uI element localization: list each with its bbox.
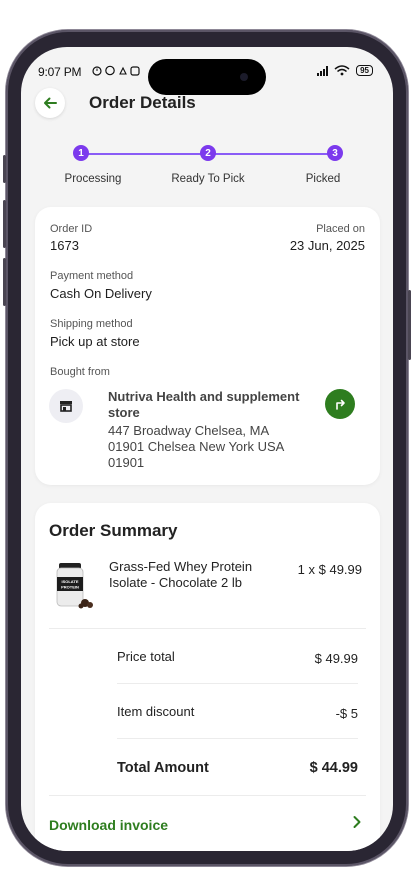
product-image: ISOLATE PROTEIN [56,563,93,609]
download-invoice-link[interactable]: Download invoice [49,817,168,833]
item-discount-label: Item discount [117,704,195,719]
turn-right-arrow-icon [336,399,345,410]
payment-method-value: Cash On Delivery [50,286,152,301]
step-3-label: Picked [305,173,341,185]
phone-volume-up-button [3,200,6,248]
product-quantity-price: 1 x $ 49.99 [297,562,362,577]
order-id-label: Order ID [50,223,93,235]
app-screen: 9:07 PM 95 Order Details 1 2 3 Processin… [21,47,393,851]
phone-power-button [408,290,411,360]
row-divider [117,683,358,684]
signal-icon [317,65,329,76]
item-discount-value: -$ 5 [335,706,358,721]
step-3-dot: 3 [327,145,343,161]
storefront-icon [60,401,72,412]
total-amount-label: Total Amount [117,760,209,776]
page-title: Order Details [89,93,196,112]
store-address: 447 Broadway Chelsea, MA 01901 Chelsea N… [108,423,284,470]
step-1-label: Processing [64,173,122,185]
total-amount-value: $ 44.99 [309,760,358,776]
svg-text:ISOLATE: ISOLATE [61,579,78,584]
row-divider [117,738,358,739]
status-notification-icons [92,65,140,79]
status-time: 9:07 PM [38,65,82,79]
order-id-value: 1673 [50,238,79,253]
svg-text:PROTEIN: PROTEIN [61,585,79,590]
product-name: Grass-Fed Whey Protein Isolate - Chocola… [109,559,253,590]
price-total-value: $ 49.99 [314,651,358,666]
phone-volume-down-button [3,258,6,306]
placed-on-label: Placed on [316,223,365,235]
directions-button[interactable] [325,389,355,419]
bought-from-label: Bought from [50,366,110,378]
step-2-label: Ready To Pick [171,173,245,185]
dynamic-island [148,59,266,95]
step-1-dot: 1 [73,145,89,161]
placed-on-value: 23 Jun, 2025 [289,238,365,253]
price-total-label: Price total [117,649,175,664]
summary-divider [49,628,366,629]
step-2-dot: 2 [200,145,216,161]
back-button[interactable] [35,88,65,118]
wifi-icon [334,65,350,76]
shipping-method-label: Shipping method [50,318,133,330]
store-name: Nutriva Health and supplement store [108,389,300,420]
phone-action-button [3,155,6,183]
order-info-card: Order ID 1673 Placed on 23 Jun, 2025 Pay… [35,207,380,485]
order-summary-card: Order Summary ISOLATE PROTEIN Grass-Fed … [35,503,380,851]
order-summary-title: Order Summary [49,521,178,540]
payment-method-label: Payment method [50,270,134,282]
arrow-left-icon [44,97,57,109]
store-icon [49,389,83,423]
shipping-method-value: Pick up at store [50,334,140,349]
chevron-right-icon[interactable] [352,815,362,834]
notification-icons [92,65,140,76]
battery-icon: 95 [356,65,373,76]
status-right: 95 [317,65,373,76]
order-progress-stepper: 1 2 3 Processing Ready To Pick Picked [21,145,393,195]
summary-divider [49,795,366,796]
